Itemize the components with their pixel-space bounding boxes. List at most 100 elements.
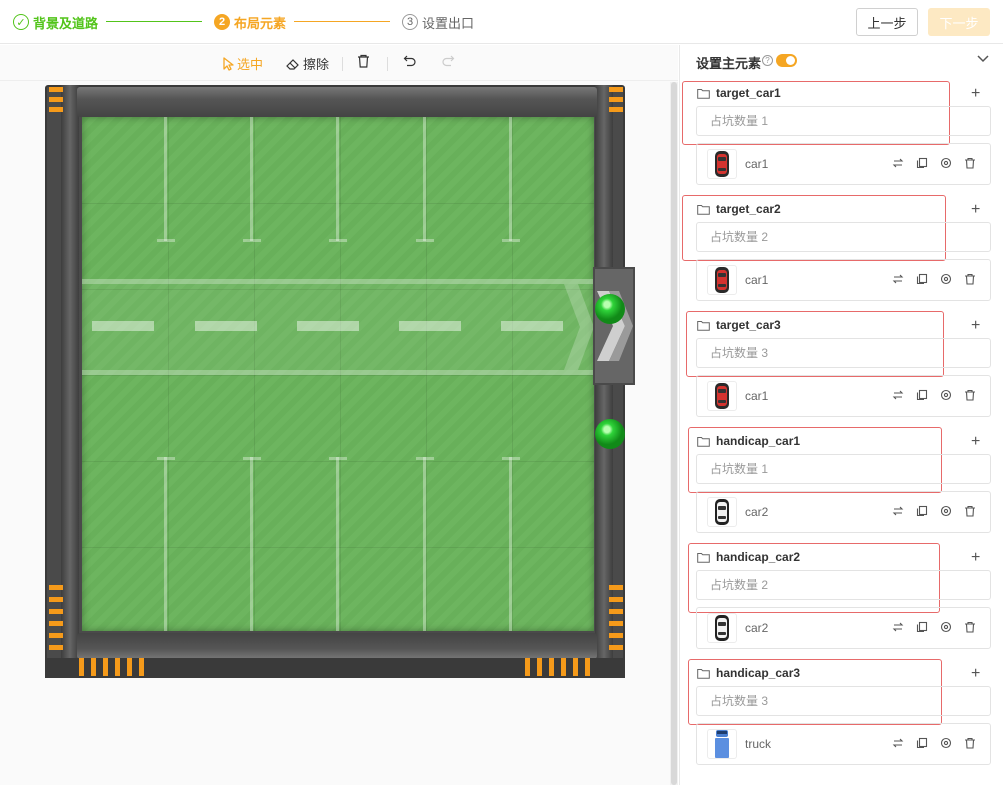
add-icon[interactable]: + [971, 85, 980, 103]
erase-tool-button[interactable]: 擦除 [286, 54, 329, 73]
group-name: handicap_car2 [716, 550, 801, 564]
slot-count-input[interactable]: 占坑数量 3 [696, 686, 991, 716]
group-title[interactable]: target_car1 [697, 86, 781, 100]
orange-marker [525, 658, 530, 676]
parking-lot-canvas[interactable] [45, 85, 635, 682]
stall-line [509, 117, 512, 241]
settings-icon[interactable] [940, 737, 952, 752]
vehicle-item[interactable]: car1 [696, 375, 991, 417]
redo-button[interactable] [441, 54, 458, 68]
grid-line [82, 375, 594, 376]
copy-icon[interactable] [916, 389, 928, 404]
copy-icon[interactable] [916, 737, 928, 752]
add-icon[interactable]: + [971, 549, 980, 567]
orange-marker [609, 645, 623, 650]
add-icon[interactable]: + [971, 665, 980, 683]
vehicle-item[interactable]: car1 [696, 259, 991, 301]
canvas-scrollbar[interactable] [670, 82, 678, 785]
swap-icon[interactable] [892, 737, 904, 752]
group-name: handicap_car1 [716, 434, 801, 448]
orange-marker [609, 621, 623, 626]
trash-icon[interactable] [964, 157, 976, 172]
folder-icon [697, 320, 710, 331]
question-circle-icon[interactable]: ? [762, 55, 773, 66]
stall-cap [416, 239, 434, 242]
canvas-toolbar: 选中 擦除 [0, 45, 678, 81]
vehicle-item[interactable]: car2 [696, 491, 991, 533]
direction-arrow-icon [564, 284, 594, 370]
settings-icon[interactable] [940, 389, 952, 404]
step-layout-elements[interactable]: 2 布局元素 [214, 12, 286, 32]
add-icon[interactable]: + [971, 433, 980, 451]
swap-icon[interactable] [892, 621, 904, 636]
orange-marker [609, 87, 623, 92]
orange-marker [609, 585, 623, 590]
swap-icon[interactable] [892, 273, 904, 288]
copy-icon[interactable] [916, 505, 928, 520]
vehicle-item[interactable]: truck [696, 723, 991, 765]
scrollbar-thumb[interactable] [671, 82, 677, 785]
copy-icon[interactable] [916, 273, 928, 288]
step-set-exit[interactable]: 3 设置出口 [402, 12, 474, 32]
group-name: target_car3 [716, 318, 781, 332]
delete-button[interactable] [357, 54, 373, 68]
next-step-button[interactable]: 下一步 [928, 8, 990, 36]
folder-icon [697, 204, 710, 215]
group-title[interactable]: target_car2 [697, 202, 781, 216]
vehicle-thumbnail-icon [707, 613, 737, 643]
main-element-toggle[interactable] [776, 54, 797, 67]
add-icon[interactable]: + [971, 201, 980, 219]
group-name: handicap_car3 [716, 666, 801, 680]
trash-icon[interactable] [964, 621, 976, 636]
slot-count-input[interactable]: 占坑数量 1 [696, 454, 991, 484]
slot-count-input[interactable]: 占坑数量 2 [696, 570, 991, 600]
stall-cap [502, 239, 520, 242]
vehicle-item[interactable]: car2 [696, 607, 991, 649]
slot-count-input[interactable]: 占坑数量 2 [696, 222, 991, 252]
prev-step-button[interactable]: 上一步 [856, 8, 918, 36]
step-background-road[interactable]: ✓ 背景及道路 [13, 12, 98, 32]
settings-icon[interactable] [940, 505, 952, 520]
vehicle-label: truck [745, 737, 772, 751]
step-connector [294, 21, 390, 22]
add-icon[interactable]: + [971, 317, 980, 335]
chevron-down-icon[interactable] [976, 54, 990, 64]
copy-icon[interactable] [916, 157, 928, 172]
step-number: 2 [214, 14, 230, 30]
stall-line [509, 457, 512, 631]
group-title[interactable]: handicap_car2 [697, 550, 800, 564]
swap-icon[interactable] [892, 157, 904, 172]
stall-cap [329, 239, 347, 242]
stall-line [164, 117, 167, 241]
vehicle-label: car1 [745, 389, 769, 403]
slot-count-input[interactable]: 占坑数量 1 [696, 106, 991, 136]
orange-marker [91, 658, 96, 676]
trash-icon[interactable] [964, 273, 976, 288]
slot-count-input[interactable]: 占坑数量 3 [696, 338, 991, 368]
trash-icon[interactable] [964, 389, 976, 404]
parking-area[interactable] [82, 117, 594, 631]
stall-cap [243, 239, 261, 242]
lane-dash [501, 321, 563, 331]
settings-icon[interactable] [940, 273, 952, 288]
orange-marker [49, 97, 63, 102]
exit-gate[interactable] [593, 267, 635, 385]
swap-icon[interactable] [892, 389, 904, 404]
copy-icon[interactable] [916, 621, 928, 636]
vehicle-label: car2 [745, 621, 769, 635]
undo-button[interactable] [403, 54, 420, 68]
orange-marker [609, 633, 623, 638]
trash-icon[interactable] [964, 505, 976, 520]
group-title[interactable]: handicap_car1 [697, 434, 800, 448]
swap-icon[interactable] [892, 505, 904, 520]
group-title[interactable]: handicap_car3 [697, 666, 800, 680]
settings-icon[interactable] [940, 157, 952, 172]
settings-icon[interactable] [940, 621, 952, 636]
select-tool-button[interactable]: 选中 [222, 54, 263, 73]
folder-icon [697, 668, 710, 679]
vehicle-thumbnail-icon [707, 381, 737, 411]
group-title[interactable]: target_car3 [697, 318, 781, 332]
trash-icon[interactable] [964, 737, 976, 752]
orange-marker [49, 621, 63, 626]
vehicle-item[interactable]: car1 [696, 143, 991, 185]
